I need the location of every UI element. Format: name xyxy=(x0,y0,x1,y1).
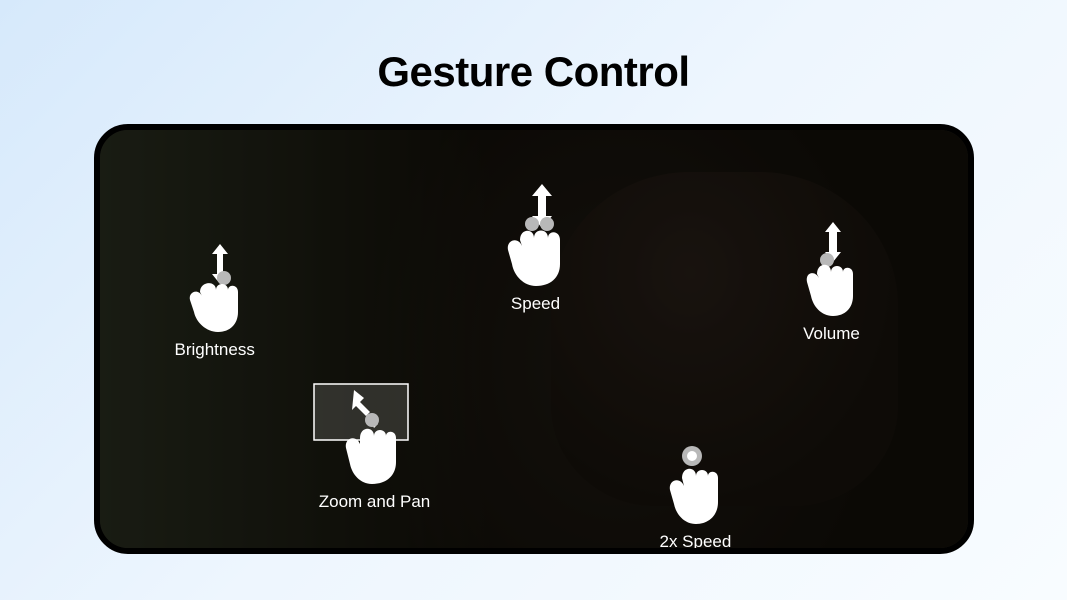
gesture-zoom-label: Zoom and Pan xyxy=(319,492,431,512)
gesture-speed[interactable]: Speed xyxy=(490,182,582,314)
gesture-volume-label: Volume xyxy=(803,324,860,344)
hand-swipe-vertical-icon xyxy=(793,220,871,320)
hand-tap-icon xyxy=(660,442,730,528)
gesture-zoom-pan[interactable]: Zoom and Pan xyxy=(310,382,440,512)
hand-swipe-vertical-icon xyxy=(176,240,254,336)
gesture-brightness-label: Brightness xyxy=(175,340,255,360)
gesture-2x-label: 2x Speed xyxy=(660,532,732,552)
two-finger-swipe-vertical-icon xyxy=(490,182,582,290)
gesture-brightness[interactable]: Brightness xyxy=(175,240,255,360)
hand-pinch-zoom-icon xyxy=(310,382,440,488)
gesture-volume[interactable]: Volume xyxy=(793,220,871,344)
page-title: Gesture Control xyxy=(377,48,689,96)
gesture-speed-label: Speed xyxy=(511,294,560,314)
gesture-2x-speed[interactable]: 2x Speed xyxy=(660,442,732,552)
video-player-frame[interactable]: Brightness Speed xyxy=(94,124,974,554)
